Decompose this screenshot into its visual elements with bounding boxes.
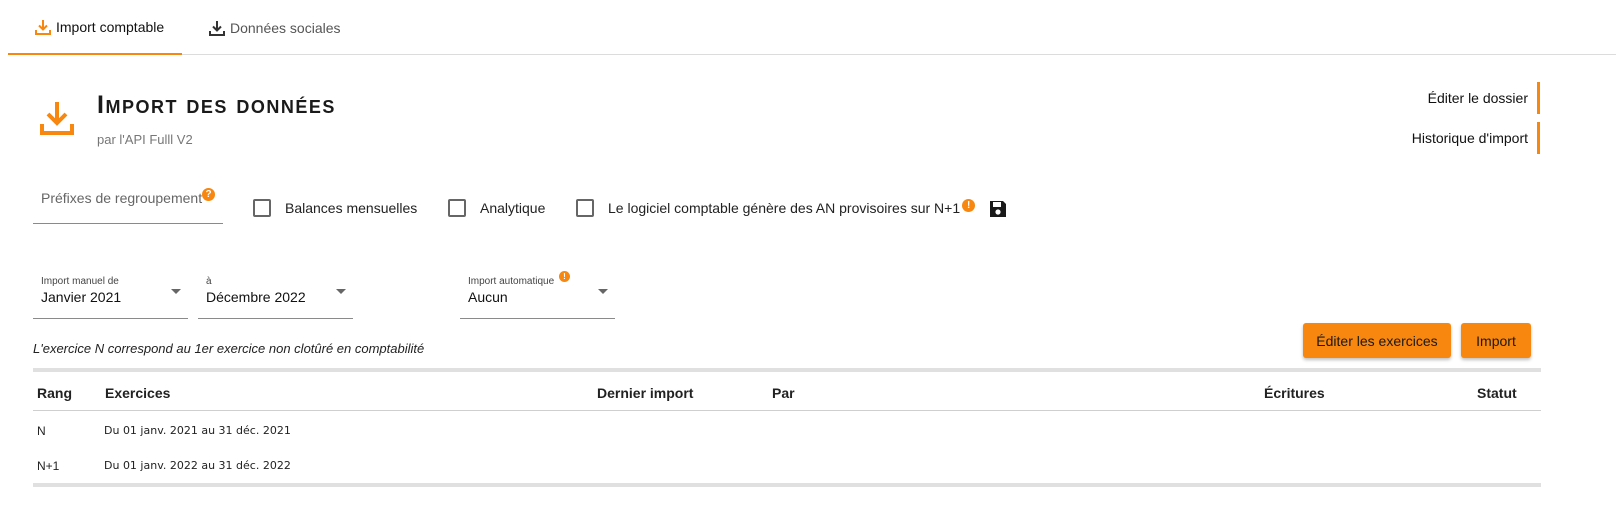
info-icon[interactable]: ! xyxy=(559,271,570,282)
exercise-note: L'exercice N correspond au 1er exercice … xyxy=(33,341,425,356)
monthly-balances-checkbox[interactable]: Balances mensuelles xyxy=(253,199,417,217)
checkbox-label: Le logiciel comptable génère des AN prov… xyxy=(608,200,961,216)
chevron-down-icon xyxy=(171,289,181,294)
col-statut[interactable]: Statut xyxy=(1477,385,1517,401)
tab-donnees-sociales[interactable]: Données sociales xyxy=(208,0,358,55)
chevron-down-icon xyxy=(598,289,608,294)
edit-folder-link[interactable]: Éditer le dossier xyxy=(1428,82,1540,114)
download-icon xyxy=(208,19,226,37)
page-subtitle: par l'API Fulll V2 xyxy=(97,132,193,147)
edit-exercises-button[interactable]: Éditer les exercices xyxy=(1303,323,1451,358)
tab-label: Données sociales xyxy=(230,19,341,36)
tab-label: Import comptable xyxy=(56,18,165,35)
col-exercices[interactable]: Exercices xyxy=(105,385,170,401)
chevron-down-icon xyxy=(336,289,346,294)
download-icon xyxy=(38,100,76,136)
select-label: Import manuel de xyxy=(41,276,119,287)
cell-exercice: Du 01 janv. 2021 au 31 déc. 2021 xyxy=(104,424,291,437)
tab-bar: Import comptable Données sociales xyxy=(8,0,1616,55)
select-value: Janvier 2021 xyxy=(41,289,122,305)
col-rang[interactable]: Rang xyxy=(37,385,72,401)
select-label: Import automatique xyxy=(468,276,555,287)
help-icon[interactable]: ? xyxy=(202,188,215,201)
table-row[interactable]: N Du 01 janv. 2021 au 31 déc. 2021 xyxy=(33,411,1541,446)
import-to-select[interactable]: à Décembre 2022 xyxy=(198,264,353,319)
table-header: Rang Exercices Dernier import Par Écritu… xyxy=(33,372,1541,411)
page-title: Import des données xyxy=(97,91,336,119)
prefix-input[interactable]: Préfixes de regroupement ? xyxy=(33,178,223,224)
table-row[interactable]: N+1 Du 01 janv. 2022 au 31 déc. 2022 xyxy=(33,446,1541,481)
cell-exercice: Du 01 janv. 2022 au 31 déc. 2022 xyxy=(104,459,291,472)
col-ecritures[interactable]: Écritures xyxy=(1264,385,1325,401)
tab-import-comptable[interactable]: Import comptable xyxy=(8,0,182,55)
import-button[interactable]: Import xyxy=(1461,323,1531,358)
exercises-table: Rang Exercices Dernier import Par Écritu… xyxy=(33,368,1541,487)
select-value: Aucun xyxy=(468,289,508,305)
import-history-link[interactable]: Historique d'import xyxy=(1412,122,1540,154)
checkbox-label: Balances mensuelles xyxy=(285,200,418,216)
select-value: Décembre 2022 xyxy=(206,289,306,305)
checkbox-box[interactable] xyxy=(576,199,594,217)
provisional-an-checkbox[interactable]: Le logiciel comptable génère des AN prov… xyxy=(576,198,976,217)
cell-rang: N+1 xyxy=(37,459,60,473)
prefix-placeholder: Préfixes de regroupement xyxy=(41,190,203,206)
info-icon[interactable]: ! xyxy=(962,198,976,212)
auto-import-select[interactable]: Import automatique ! Aucun xyxy=(460,264,615,319)
select-label: à xyxy=(206,276,212,287)
checkbox-box[interactable] xyxy=(253,199,271,217)
cell-rang: N xyxy=(37,424,46,438)
checkbox-label: Analytique xyxy=(480,200,546,216)
col-dernier-import[interactable]: Dernier import xyxy=(597,385,693,401)
checkbox-box[interactable] xyxy=(448,199,466,217)
import-from-select[interactable]: Import manuel de Janvier 2021 xyxy=(33,264,188,319)
download-icon xyxy=(34,18,52,36)
col-par[interactable]: Par xyxy=(772,385,795,401)
save-icon[interactable] xyxy=(988,199,1008,219)
analytic-checkbox[interactable]: Analytique xyxy=(448,199,545,217)
